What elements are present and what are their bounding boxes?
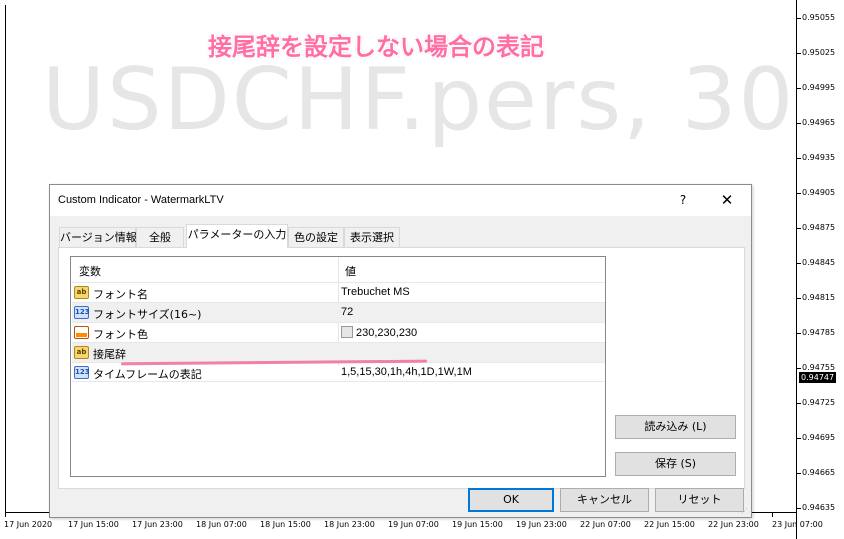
time-label: 18 Jun 23:00 (324, 520, 375, 529)
header-variable[interactable]: 変数 (79, 263, 101, 279)
time-label: 17 Jun 23:00 (132, 520, 183, 529)
param-value[interactable]: 1,5,15,30,1h,4h,1D,1W,1M (341, 366, 472, 378)
price-label: 0.94935 (802, 153, 836, 162)
price-tick (797, 123, 801, 124)
price-label: 0.94665 (802, 468, 836, 477)
tab-version-info[interactable]: バージョン情報 (59, 227, 137, 247)
time-label: 18 Jun 07:00 (196, 520, 247, 529)
close-button[interactable]: ✕ (714, 188, 740, 212)
param-name: フォント名 (93, 288, 148, 301)
price-tick (797, 53, 801, 54)
param-value-color[interactable]: 230,230,230 (341, 326, 417, 339)
resize-grip-icon[interactable]: ⋰ (741, 507, 749, 515)
price-tick (797, 438, 801, 439)
load-button[interactable]: 読み込み (L) (615, 415, 736, 439)
color-swatch (341, 326, 353, 338)
param-name: タイムフレームの表記 (93, 368, 202, 381)
price-tick (797, 473, 801, 474)
color-value-text: 230,230,230 (356, 327, 418, 339)
price-label: 0.94995 (802, 83, 836, 92)
time-label: 22 Jun 07:00 (580, 520, 631, 529)
help-button[interactable]: ? (670, 188, 696, 212)
param-name: フォントサイズ(16~) (93, 308, 202, 321)
123-number-icon: 123 (74, 306, 90, 319)
time-tick (772, 513, 773, 517)
price-tick (797, 403, 801, 404)
time-label: 17 Jun 15:00 (68, 520, 119, 529)
price-label: 0.94965 (802, 118, 836, 127)
dialog-title: Custom Indicator - WatermarkLTV (58, 194, 224, 206)
table-row[interactable]: ab 接尾辞 (72, 342, 605, 362)
price-label: 0.94845 (802, 258, 836, 267)
price-label: 0.94725 (802, 398, 836, 407)
time-label: 22 Jun 15:00 (644, 520, 695, 529)
price-label: 0.94785 (802, 328, 836, 337)
price-axis[interactable]: 0.95055 0.95025 0.94995 0.94965 0.94935 … (796, 0, 844, 539)
time-label: 19 Jun 07:00 (388, 520, 439, 529)
price-tick (797, 368, 801, 369)
price-tick (797, 263, 801, 264)
param-value[interactable]: Trebuchet MS (341, 286, 410, 298)
dialog-titlebar[interactable]: Custom Indicator - WatermarkLTV ? ✕ (50, 185, 751, 216)
tab-input-parameters[interactable]: パラメーターの入力 (186, 224, 288, 248)
cancel-button[interactable]: キャンセル (560, 488, 649, 512)
table-row[interactable]: フォント色 230,230,230 (72, 322, 605, 342)
price-label: 0.94815 (802, 293, 836, 302)
parameters-table[interactable]: 変数 値 ab フォント名 Trebuchet MS 123 フォントサイズ(1… (70, 256, 606, 477)
price-label: 0.95055 (802, 13, 836, 22)
time-tick (5, 513, 6, 517)
price-tick (797, 18, 801, 19)
symbol-watermark: USDCHF.pers, 30 (42, 50, 796, 150)
param-value[interactable]: 72 (341, 306, 353, 318)
price-tick (797, 193, 801, 194)
tab-general[interactable]: 全般 (136, 227, 184, 247)
tab-colors[interactable]: 色の設定 (288, 227, 344, 247)
color-icon (74, 326, 89, 339)
ab-string-icon: ab (74, 346, 89, 359)
price-label: 0.95025 (802, 48, 836, 57)
price-label: 0.94905 (802, 188, 836, 197)
time-label: 19 Jun 15:00 (452, 520, 503, 529)
save-button[interactable]: 保存 (S) (615, 452, 736, 476)
price-tick (797, 508, 801, 509)
price-label: 0.94875 (802, 223, 836, 232)
custom-indicator-dialog[interactable]: Custom Indicator - WatermarkLTV ? ✕ バージョ… (49, 184, 752, 518)
time-label: 23 Jun 07:00 (772, 520, 823, 529)
current-price-label: 0.94747 (799, 372, 837, 383)
param-name: フォント色 (93, 328, 148, 341)
ok-button[interactable]: OK (468, 488, 554, 512)
parameters-panel: 変数 値 ab フォント名 Trebuchet MS 123 フォントサイズ(1… (58, 247, 745, 489)
annotation-caption: 接尾辞を設定しない場合の表記 (208, 33, 544, 61)
price-tick (797, 88, 801, 89)
table-row[interactable]: ab フォント名 Trebuchet MS (72, 282, 605, 302)
time-label: 19 Jun 23:00 (516, 520, 567, 529)
time-label: 18 Jun 15:00 (260, 520, 311, 529)
tab-visualization[interactable]: 表示選択 (344, 227, 400, 247)
price-tick (797, 228, 801, 229)
123-number-icon: 123 (74, 366, 90, 379)
price-tick (797, 158, 801, 159)
price-tick (797, 298, 801, 299)
table-row[interactable]: 123 フォントサイズ(16~) 72 (72, 302, 605, 322)
price-tick (797, 333, 801, 334)
price-label: 0.94695 (802, 433, 836, 442)
header-value[interactable]: 値 (345, 263, 356, 279)
param-name: 接尾辞 (93, 348, 126, 361)
time-label: 17 Jun 2020 (4, 520, 53, 529)
reset-button[interactable]: リセット (655, 488, 744, 512)
time-label: 22 Jun 23:00 (708, 520, 759, 529)
ab-string-icon: ab (74, 286, 89, 299)
price-label: 0.94635 (802, 503, 836, 512)
